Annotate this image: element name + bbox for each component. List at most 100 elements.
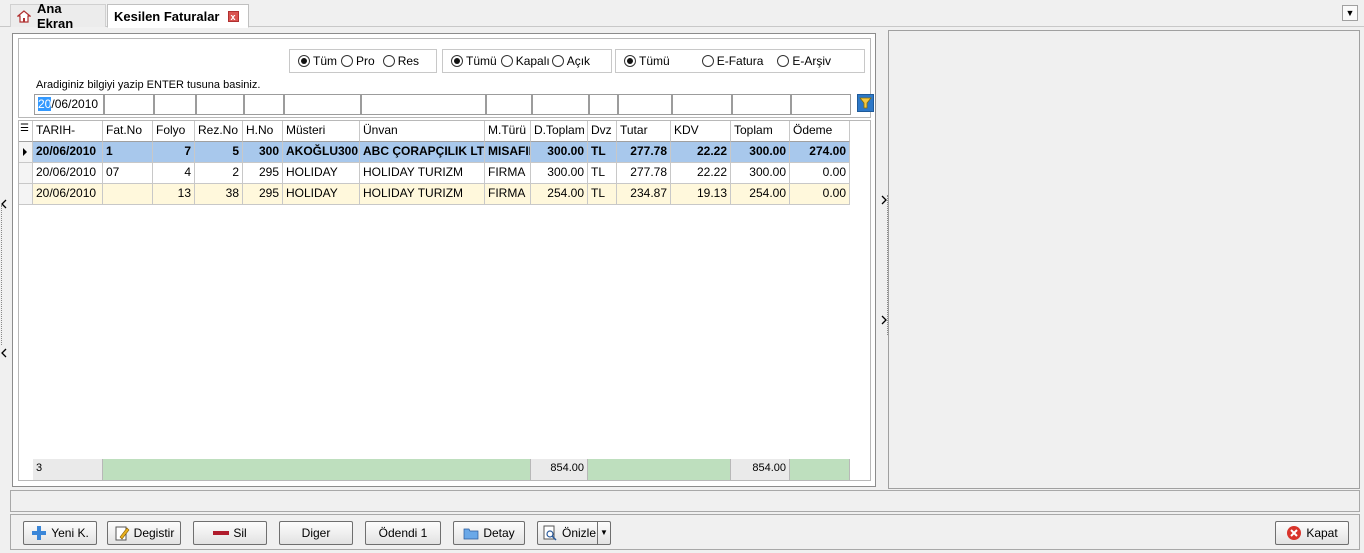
filter-odeme[interactable] [791, 94, 851, 115]
folder-icon [463, 525, 479, 541]
cell-folyo[interactable]: 7 [153, 142, 195, 163]
filter-funnel-icon[interactable] [857, 94, 874, 112]
status-bar [10, 490, 1360, 512]
cell-dtoplam[interactable]: 300.00 [531, 142, 588, 163]
filter-date[interactable]: 20/06/2010 [34, 94, 104, 115]
sil-button[interactable]: Sil [193, 521, 267, 545]
cell-kdv[interactable]: 22.22 [671, 142, 731, 163]
cell-unvan[interactable]: ABC ÇORAPÇILIK LTD [360, 142, 485, 163]
yeni-button[interactable]: Yeni K. [23, 521, 97, 545]
degistir-button[interactable]: Degistir [107, 521, 181, 545]
cell-mturu[interactable]: FIRMA [485, 163, 531, 184]
filter-dtoplam[interactable] [532, 94, 589, 115]
detay-button[interactable]: Detay [453, 521, 525, 545]
cell-toplam[interactable]: 254.00 [731, 184, 790, 205]
cell-kdv[interactable]: 22.22 [671, 163, 731, 184]
diger-button[interactable]: Diger [279, 521, 353, 545]
chevron-down-icon[interactable]: ▼ [1342, 5, 1358, 21]
radio-e-fatura[interactable]: E-Fatura [701, 54, 763, 68]
radio-kapali[interactable]: Kapalı [500, 54, 550, 68]
cell-hno[interactable]: 295 [243, 184, 283, 205]
filter-rezno[interactable] [196, 94, 244, 115]
cell-hno[interactable]: 300 [243, 142, 283, 163]
cell-unvan[interactable]: HOLIDAY TURIZM [360, 184, 485, 205]
filter-kdv[interactable] [672, 94, 732, 115]
cell-tarih[interactable]: 20/06/2010 [33, 142, 103, 163]
col-odeme[interactable]: Ödeme [790, 121, 850, 142]
radio-acik[interactable]: Açık [551, 54, 590, 68]
close-icon[interactable]: x [227, 10, 239, 22]
cell-musteri[interactable]: HOLIDAY [283, 184, 360, 205]
radio-tumu[interactable]: Tümü [451, 54, 497, 68]
collapse-right-handle[interactable] [880, 195, 888, 335]
radio-res[interactable]: Res [382, 54, 419, 68]
col-folyo[interactable]: Folyo [153, 121, 195, 142]
tab-ana-ekran[interactable]: Ana Ekran [10, 1, 106, 31]
filter-fatno[interactable] [104, 94, 154, 115]
cell-rezno[interactable]: 38 [195, 184, 243, 205]
col-tarih[interactable]: TARIH- [33, 121, 103, 142]
col-dtoplam[interactable]: D.Toplam [531, 121, 588, 142]
footer-blank [790, 459, 850, 480]
odendi-button[interactable]: Ödendi 1 [365, 521, 441, 545]
filter-hno[interactable] [244, 94, 284, 115]
cell-odeme[interactable]: 0.00 [790, 163, 850, 184]
filter-folyo[interactable] [154, 94, 196, 115]
cell-odeme[interactable]: 274.00 [790, 142, 850, 163]
filter-unvan[interactable] [361, 94, 486, 115]
col-fatno[interactable]: Fat.No [103, 121, 153, 142]
radio-pro[interactable]: Pro [341, 54, 375, 68]
onizle-button[interactable]: Önizle ▼ [537, 521, 611, 545]
cell-dvz[interactable]: TL [588, 142, 617, 163]
cell-tutar[interactable]: 234.87 [617, 184, 671, 205]
cell-fatno[interactable] [103, 184, 153, 205]
filter-musteri[interactable] [284, 94, 361, 115]
cell-tutar[interactable]: 277.78 [617, 142, 671, 163]
filter-dvz[interactable] [589, 94, 618, 115]
cell-dtoplam[interactable]: 254.00 [531, 184, 588, 205]
col-kdv[interactable]: KDV [671, 121, 731, 142]
cell-odeme[interactable]: 0.00 [790, 184, 850, 205]
col-rezno[interactable]: Rez.No [195, 121, 243, 142]
cell-rezno[interactable]: 5 [195, 142, 243, 163]
filter-mturu[interactable] [486, 94, 532, 115]
col-musteri[interactable]: Müsteri [283, 121, 360, 142]
col-unvan[interactable]: Ünvan [360, 121, 485, 142]
column-chooser-icon[interactable]: ☰ [19, 121, 33, 142]
tab-kesilen-faturalar[interactable]: Kesilen Faturalar x [107, 4, 249, 28]
edit-icon [114, 525, 130, 541]
cell-mturu[interactable]: FIRMA [485, 184, 531, 205]
col-tutar[interactable]: Tutar [617, 121, 671, 142]
col-toplam[interactable]: Toplam [731, 121, 790, 142]
cell-dtoplam[interactable]: 300.00 [531, 163, 588, 184]
cell-fatno[interactable]: 07 [103, 163, 153, 184]
cell-tutar[interactable]: 277.78 [617, 163, 671, 184]
cell-dvz[interactable]: TL [588, 163, 617, 184]
cell-kdv[interactable]: 19.13 [671, 184, 731, 205]
cell-musteri[interactable]: HOLIDAY [283, 163, 360, 184]
cell-mturu[interactable]: MISAFIR [485, 142, 531, 163]
chevron-down-icon[interactable]: ▼ [597, 522, 610, 544]
cell-unvan[interactable]: HOLIDAY TURIZM [360, 163, 485, 184]
col-mturu[interactable]: M.Türü [485, 121, 531, 142]
filter-toplam[interactable] [732, 94, 791, 115]
cell-rezno[interactable]: 2 [195, 163, 243, 184]
cell-folyo[interactable]: 4 [153, 163, 195, 184]
kapat-button[interactable]: Kapat [1275, 521, 1349, 545]
cell-musteri[interactable]: AKOĞLU300 [283, 142, 360, 163]
collapse-left-handle[interactable] [1, 199, 9, 358]
cell-hno[interactable]: 295 [243, 163, 283, 184]
cell-folyo[interactable]: 13 [153, 184, 195, 205]
col-hno[interactable]: H.No [243, 121, 283, 142]
cell-dvz[interactable]: TL [588, 184, 617, 205]
radio-e-arsiv[interactable]: E-Arşiv [777, 54, 831, 68]
radio-tumu-e[interactable]: Tümü [624, 54, 670, 68]
cell-toplam[interactable]: 300.00 [731, 142, 790, 163]
cell-fatno[interactable]: 1 [103, 142, 153, 163]
col-dvz[interactable]: Dvz [588, 121, 617, 142]
radio-tum[interactable]: Tüm [298, 54, 337, 68]
cell-toplam[interactable]: 300.00 [731, 163, 790, 184]
cell-tarih[interactable]: 20/06/2010 [33, 163, 103, 184]
filter-tutar[interactable] [618, 94, 672, 115]
cell-tarih[interactable]: 20/06/2010 [33, 184, 103, 205]
